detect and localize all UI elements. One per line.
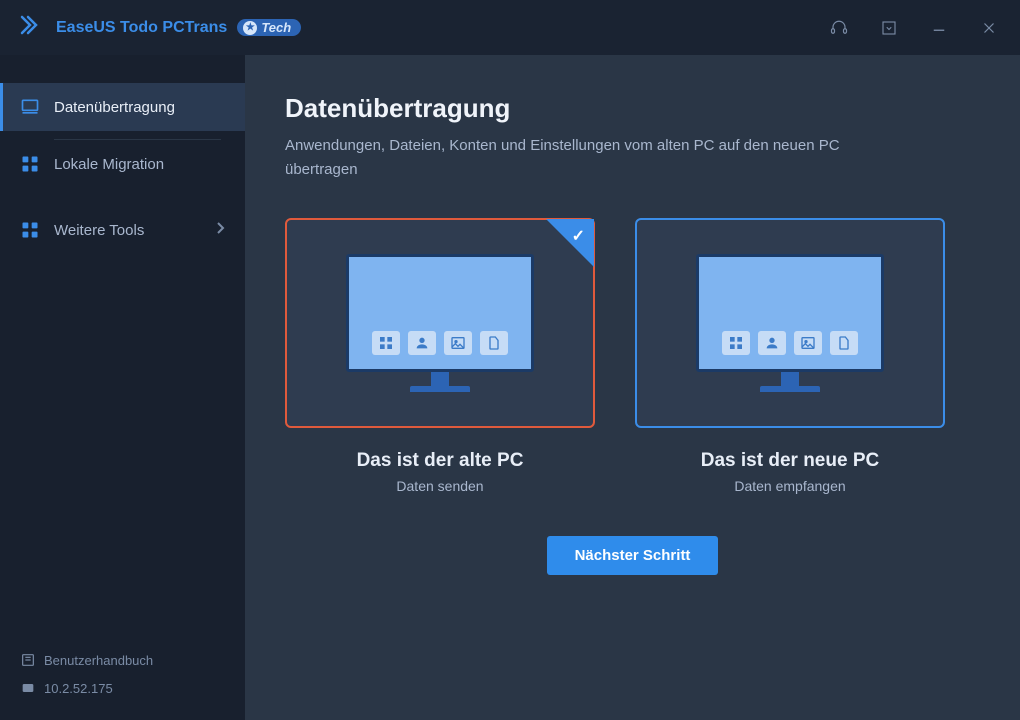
selected-corner xyxy=(546,219,594,267)
manual-label: Benutzerhandbuch xyxy=(44,653,153,668)
user-icon xyxy=(408,331,436,355)
support-icon[interactable] xyxy=(828,17,850,39)
ip-icon xyxy=(20,680,36,696)
chevron-right-icon xyxy=(215,221,225,239)
titlebar: EaseUS Todo PCTrans ★ Tech xyxy=(0,0,1020,55)
logo-area: EaseUS Todo PCTrans ★ Tech xyxy=(20,15,301,40)
new-pc-labels: Das ist der neue PC Daten empfangen xyxy=(635,450,945,494)
sidebar-footer: Benutzerhandbuch 10.2.52.175 xyxy=(0,646,245,720)
user-manual-link[interactable]: Benutzerhandbuch xyxy=(20,646,225,674)
product-name: EaseUS Todo PCTrans xyxy=(56,19,227,37)
apps-icon xyxy=(722,331,750,355)
monitor-illustration xyxy=(696,254,884,392)
brand-logo-icon xyxy=(20,15,46,40)
sidebar: Datenübertragung Lokale Migration Weiter… xyxy=(0,55,245,720)
ip-address: 10.2.52.175 xyxy=(44,681,113,696)
sidebar-item-label: Lokale Migration xyxy=(54,156,164,173)
user-icon xyxy=(758,331,786,355)
sidebar-item-more-tools[interactable]: Weitere Tools xyxy=(0,206,245,254)
window-controls xyxy=(828,17,1000,39)
main-content: Datenübertragung Anwendungen, Dateien, K… xyxy=(245,55,1020,720)
star-icon: ★ xyxy=(243,21,257,35)
dropdown-icon[interactable] xyxy=(878,17,900,39)
card-subtitle: Daten senden xyxy=(285,478,595,494)
close-button[interactable] xyxy=(978,17,1000,39)
tech-badge: ★ Tech xyxy=(237,19,301,36)
ip-address-row: 10.2.52.175 xyxy=(20,674,225,702)
old-pc-card[interactable]: ✓ xyxy=(285,218,595,428)
image-icon xyxy=(794,331,822,355)
image-icon xyxy=(444,331,472,355)
grid-icon xyxy=(20,220,40,240)
old-pc-labels: Das ist der alte PC Daten senden xyxy=(285,450,595,494)
monitor-icon xyxy=(20,97,40,117)
file-icon xyxy=(480,331,508,355)
pc-selection-cards: ✓ xyxy=(285,218,980,428)
card-subtitle: Daten empfangen xyxy=(635,478,945,494)
sidebar-item-local-migration[interactable]: Lokale Migration xyxy=(0,140,245,188)
next-step-button[interactable]: Nächster Schritt xyxy=(547,536,719,575)
badge-text: Tech xyxy=(261,20,291,35)
page-title: Datenübertragung xyxy=(285,93,980,124)
grid-icon xyxy=(20,154,40,174)
monitor-illustration xyxy=(346,254,534,392)
sidebar-item-label: Datenübertragung xyxy=(54,99,175,116)
card-title: Das ist der neue PC xyxy=(635,450,945,472)
check-icon: ✓ xyxy=(572,226,585,246)
button-row: Nächster Schritt xyxy=(285,536,980,575)
card-title: Das ist der alte PC xyxy=(285,450,595,472)
body-area: Datenübertragung Lokale Migration Weiter… xyxy=(0,55,1020,720)
card-labels-row: Das ist der alte PC Daten senden Das ist… xyxy=(285,450,980,494)
file-icon xyxy=(830,331,858,355)
sidebar-item-label: Weitere Tools xyxy=(54,222,144,239)
minimize-button[interactable] xyxy=(928,17,950,39)
new-pc-card[interactable] xyxy=(635,218,945,428)
page-description: Anwendungen, Dateien, Konten und Einstel… xyxy=(285,134,905,182)
apps-icon xyxy=(372,331,400,355)
book-icon xyxy=(20,652,36,668)
sidebar-item-data-transfer[interactable]: Datenübertragung xyxy=(0,83,245,131)
